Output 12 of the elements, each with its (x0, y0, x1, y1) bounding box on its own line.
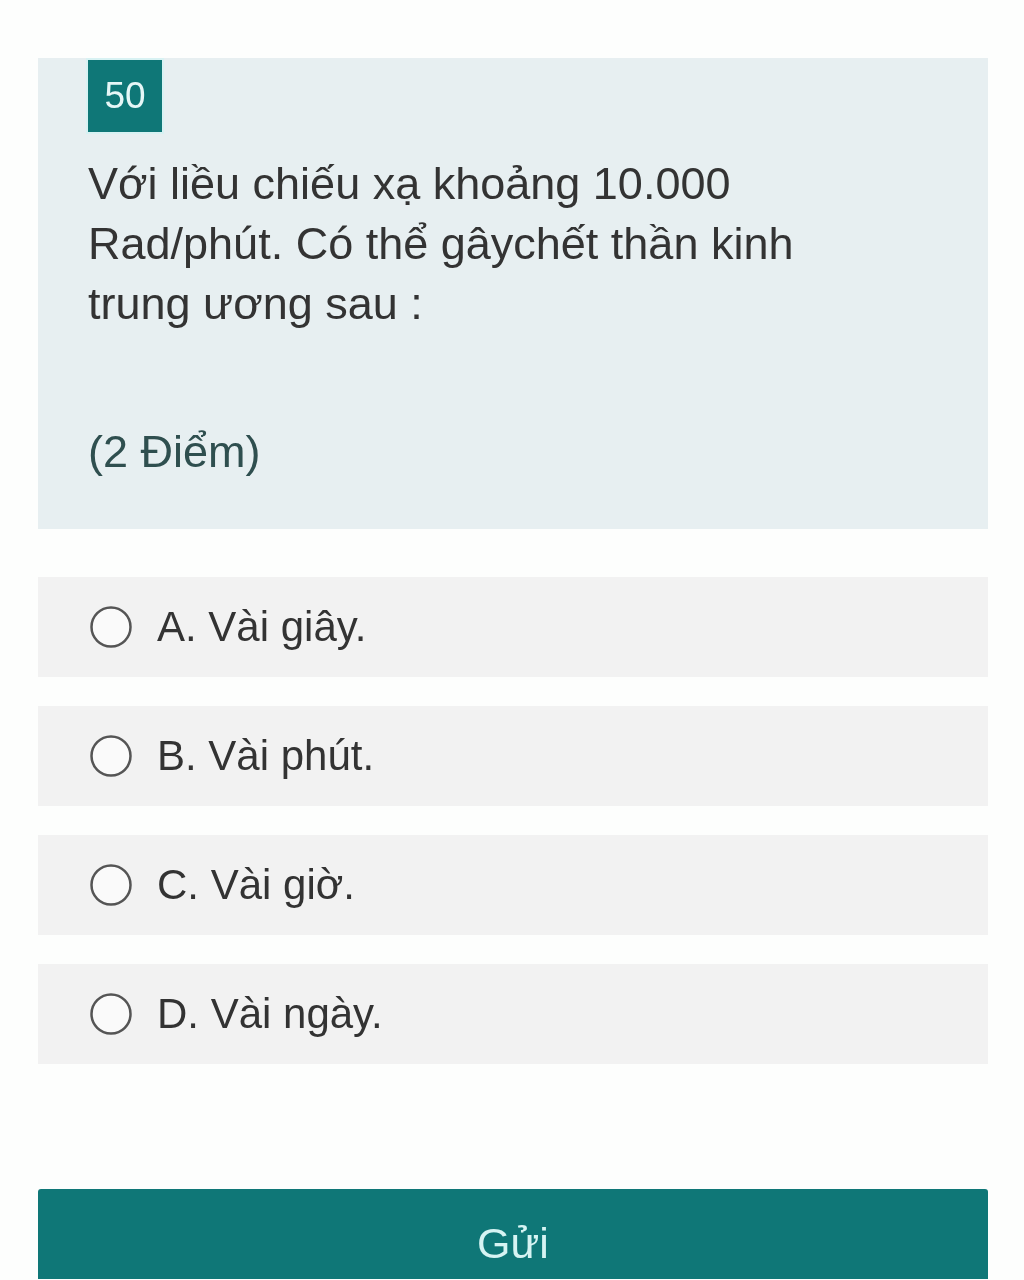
points-label: (2 Điểm) (88, 425, 261, 479)
radio-button-icon[interactable] (90, 864, 132, 906)
radio-button-icon[interactable] (90, 735, 132, 777)
answer-option[interactable]: A. Vài giây. (38, 577, 988, 677)
question-number-badge: 50 (88, 60, 162, 132)
answer-option[interactable]: D. Vài ngày. (38, 964, 988, 1064)
question-text: Với liều chiếu xạ khoảng 10.000 Rad/phút. Có thể gâychết thần kinh trung ương sau : (88, 157, 795, 331)
radio-button-icon[interactable] (90, 606, 132, 648)
radio-button-icon[interactable] (90, 993, 132, 1035)
answer-option[interactable]: B. Vài phút. (38, 706, 988, 806)
answer-option[interactable]: C. Vài giờ. (38, 835, 988, 935)
submit-button[interactable]: Gửi (38, 1189, 988, 1279)
